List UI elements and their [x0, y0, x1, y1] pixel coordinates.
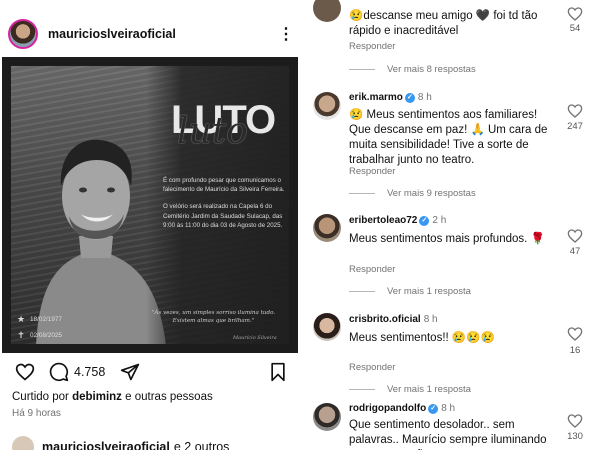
luto-title: LUTO luto: [171, 100, 276, 156]
like-count: 247: [567, 121, 583, 132]
speech-bubble-icon[interactable]: [48, 361, 70, 383]
comment-username[interactable]: rodrigopandolfo: [349, 403, 426, 414]
verified-badge-icon: ✓: [404, 93, 415, 103]
avatar[interactable]: [313, 92, 341, 120]
heart-outline-icon[interactable]: [567, 326, 583, 342]
post-actions: 4.758: [14, 360, 289, 384]
view-more-replies[interactable]: Ver mais 9 respostas: [349, 188, 476, 199]
collab-username[interactable]: mauricioslveiraoficial: [42, 440, 170, 450]
like-count: 54: [569, 23, 581, 34]
liked-by: Curtido por debiminz e outras pessoas: [12, 391, 213, 403]
comment-username[interactable]: crisbrito.oficial: [349, 314, 421, 325]
post-header: mauricioslveiraoficial ⋮: [8, 18, 298, 50]
comment-username-row: crisbrito.oficial 8 h: [349, 314, 438, 325]
reply-button[interactable]: Responder: [349, 41, 395, 52]
comment-username[interactable]: eribertoleao72: [349, 215, 417, 226]
comment-username-row: erik.marmo ✓ 8 h: [349, 92, 432, 103]
comment-username[interactable]: erik.marmo: [349, 92, 403, 103]
collab-suffix: e 2 outros: [173, 440, 230, 450]
bookmark-icon[interactable]: [267, 361, 289, 383]
view-more-replies[interactable]: Ver mais 1 resposta: [349, 286, 471, 297]
verified-badge-icon: ✓: [428, 404, 439, 414]
paper-plane-icon[interactable]: [119, 361, 141, 383]
birth-date: 18/02/1977: [30, 316, 62, 323]
like-count: 47: [569, 246, 581, 257]
death-date: 02/08/2025: [30, 332, 62, 339]
comment-time: 8 h: [441, 403, 456, 414]
verified-badge-icon: ✓: [419, 216, 430, 226]
funeral-paragraph: O velório será realizado na Capela 6 do …: [163, 203, 283, 229]
heart-outline-icon[interactable]: [567, 413, 583, 429]
luto-script-text: luto: [177, 111, 248, 152]
reply-button[interactable]: Responder: [349, 264, 395, 275]
comment-text: Meus sentimentos!! 😢😢😢: [349, 332, 495, 344]
liked-prefix: Curtido por: [12, 391, 69, 403]
collab-row: mauricioslveiraoficial e 2 outros: [12, 436, 229, 450]
comment-text: Que sentimento desolador.. sem palavras.…: [349, 419, 547, 450]
view-more-replies[interactable]: Ver mais 8 respostas: [349, 64, 476, 75]
liked-user[interactable]: debiminz: [72, 391, 122, 403]
quote-signature: Maurício Silveira: [233, 335, 277, 341]
announcement-text: É com profundo pesar que comunicamos o f…: [163, 176, 285, 238]
avatar[interactable]: [12, 436, 34, 450]
comments-panel: 😢descanse meu amigo 🖤 foi td tão rápido …: [305, 0, 600, 450]
post-image[interactable]: LUTO luto É com profundo pesar que comun…: [2, 57, 298, 353]
memorial-card: LUTO luto É com profundo pesar que comun…: [11, 66, 289, 344]
heart-outline-icon[interactable]: [14, 361, 36, 383]
reply-button[interactable]: Responder: [349, 166, 395, 177]
avatar[interactable]: [313, 214, 341, 242]
more-options-icon[interactable]: ⋮: [274, 24, 298, 44]
comment-time: 2 h: [432, 215, 447, 226]
avatar[interactable]: [8, 19, 38, 49]
comment-username-row: rodrigopandolfo ✓ 8 h: [349, 403, 455, 414]
like-count: 130: [567, 431, 583, 442]
star-icon: ★: [17, 314, 26, 324]
comment-time: 8 h: [423, 314, 438, 325]
memorial-quote: "Às vezes, um simples sorriso ilumina tu…: [151, 310, 276, 324]
comment-text: 😢 Meus sentimentos aos familiares! Que d…: [349, 109, 548, 166]
death-date-row: ✝ 02/08/2025: [17, 330, 62, 341]
comment-count: 4.758: [74, 365, 106, 379]
post-panel: mauricioslveiraoficial ⋮ LUTO luto É com…: [0, 0, 305, 450]
comment-text: Meus sentimentos mais profundos. 🌹: [349, 233, 545, 245]
liked-suffix: e outras pessoas: [125, 391, 213, 403]
view-more-replies[interactable]: Ver mais 1 resposta: [349, 384, 471, 395]
post-time: Há 9 horas: [12, 408, 61, 419]
comment-time: 8 h: [417, 92, 432, 103]
birth-date-row: ★ 18/02/1977: [17, 314, 62, 325]
heart-outline-icon[interactable]: [567, 6, 583, 22]
announcement-paragraph: É com profundo pesar que comunicamos o f…: [163, 177, 285, 194]
heart-outline-icon[interactable]: [567, 103, 583, 119]
avatar[interactable]: [313, 313, 341, 341]
comment-username-row: eribertoleao72 ✓ 2 h: [349, 215, 446, 226]
comment-text: 😢descanse meu amigo 🖤 foi td tão rápido …: [349, 10, 538, 37]
reply-button[interactable]: Responder: [349, 362, 395, 373]
like-count: 16: [569, 345, 581, 356]
avatar[interactable]: [313, 403, 341, 431]
cross-icon: ✝: [17, 330, 25, 340]
avatar[interactable]: [313, 0, 341, 22]
post-username[interactable]: mauricioslveiraoficial: [48, 27, 176, 41]
heart-outline-icon[interactable]: [567, 228, 583, 244]
